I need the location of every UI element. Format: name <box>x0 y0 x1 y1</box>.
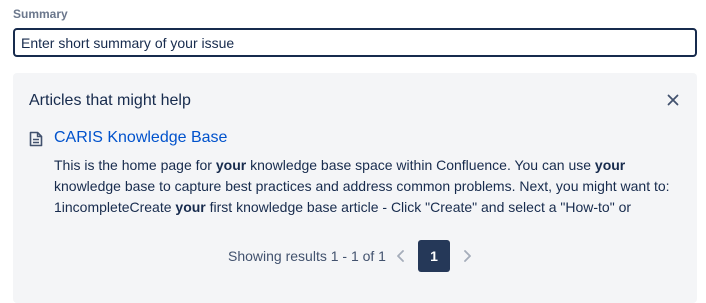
pagination-summary: Showing results 1 - 1 of 1 <box>228 248 386 264</box>
summary-field[interactable] <box>13 28 697 57</box>
article-title-link[interactable]: CARIS Knowledge Base <box>54 129 227 147</box>
summary-label: Summary <box>13 7 68 21</box>
articles-panel: Articles that might help CARIS Knowledge… <box>13 73 697 303</box>
document-icon <box>29 131 43 147</box>
summary-input[interactable] <box>15 30 695 55</box>
close-button[interactable] <box>665 92 681 108</box>
prev-page-button[interactable] <box>393 248 409 264</box>
next-page-button[interactable] <box>459 248 475 264</box>
close-icon <box>667 94 679 106</box>
pagination: Showing results 1 - 1 of 1 1 <box>13 240 697 272</box>
panel-title: Articles that might help <box>29 92 191 109</box>
chevron-left-icon <box>397 250 404 262</box>
page-button-current[interactable]: 1 <box>418 240 450 272</box>
chevron-right-icon <box>464 250 471 262</box>
article-excerpt: This is the home page for your knowledge… <box>54 157 670 215</box>
